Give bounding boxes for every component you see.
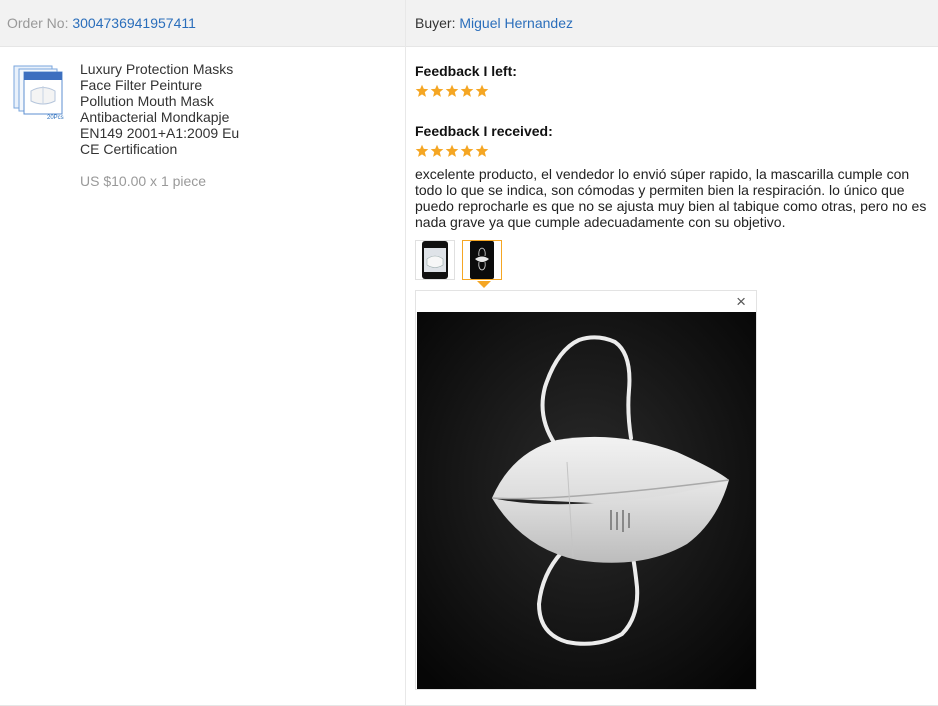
photo-viewer: × <box>415 290 757 690</box>
photo-thumbnail-1[interactable] <box>415 240 455 280</box>
order-number-link[interactable]: 3004736941957411 <box>72 15 196 31</box>
buyer-name-link[interactable]: Miguel Hernandez <box>459 15 573 31</box>
star-icon <box>460 84 474 97</box>
mask-photo-icon <box>470 241 494 279</box>
feedback-left-title: Feedback I left: <box>415 63 517 79</box>
star-icon <box>430 144 444 157</box>
thumb-badge: 20Pcs <box>47 115 64 121</box>
star-icon <box>415 144 429 157</box>
feedback-received-rating <box>415 144 489 160</box>
mask-photo <box>417 312 756 689</box>
star-icon <box>415 84 429 97</box>
order-feedback-panel: Order No: 3004736941957411 Buyer: Miguel… <box>0 0 938 706</box>
feedback-left-rating <box>415 84 489 100</box>
star-icon <box>475 84 489 97</box>
product-title-link[interactable]: Luxury Protection Masks Face Filter Pein… <box>80 61 250 157</box>
buyer-block: Buyer: Miguel Hernandez <box>415 15 573 31</box>
product-price: US $10.00 x 1 piece <box>80 173 207 189</box>
order-label: Order No: <box>7 15 69 31</box>
star-icon <box>445 84 459 97</box>
order-number-block: Order No: 3004736941957411 <box>7 15 196 31</box>
mask-package-icon[interactable]: 20Pcs <box>11 63 67 121</box>
order-header: Order No: 3004736941957411 Buyer: Miguel… <box>0 0 938 47</box>
column-divider <box>405 0 406 706</box>
feedback-received-title: Feedback I received: <box>415 123 553 139</box>
phone-photo-icon <box>422 241 448 279</box>
feedback-comment: excelente producto, el vendedor lo envió… <box>415 166 927 230</box>
star-icon <box>460 144 474 157</box>
photo-thumbnail-2[interactable] <box>462 240 502 280</box>
selected-photo-pointer <box>477 281 491 288</box>
close-icon[interactable]: × <box>736 293 746 311</box>
star-icon <box>475 144 489 157</box>
buyer-label: Buyer: <box>415 15 456 31</box>
star-icon <box>430 84 444 97</box>
star-icon <box>445 144 459 157</box>
